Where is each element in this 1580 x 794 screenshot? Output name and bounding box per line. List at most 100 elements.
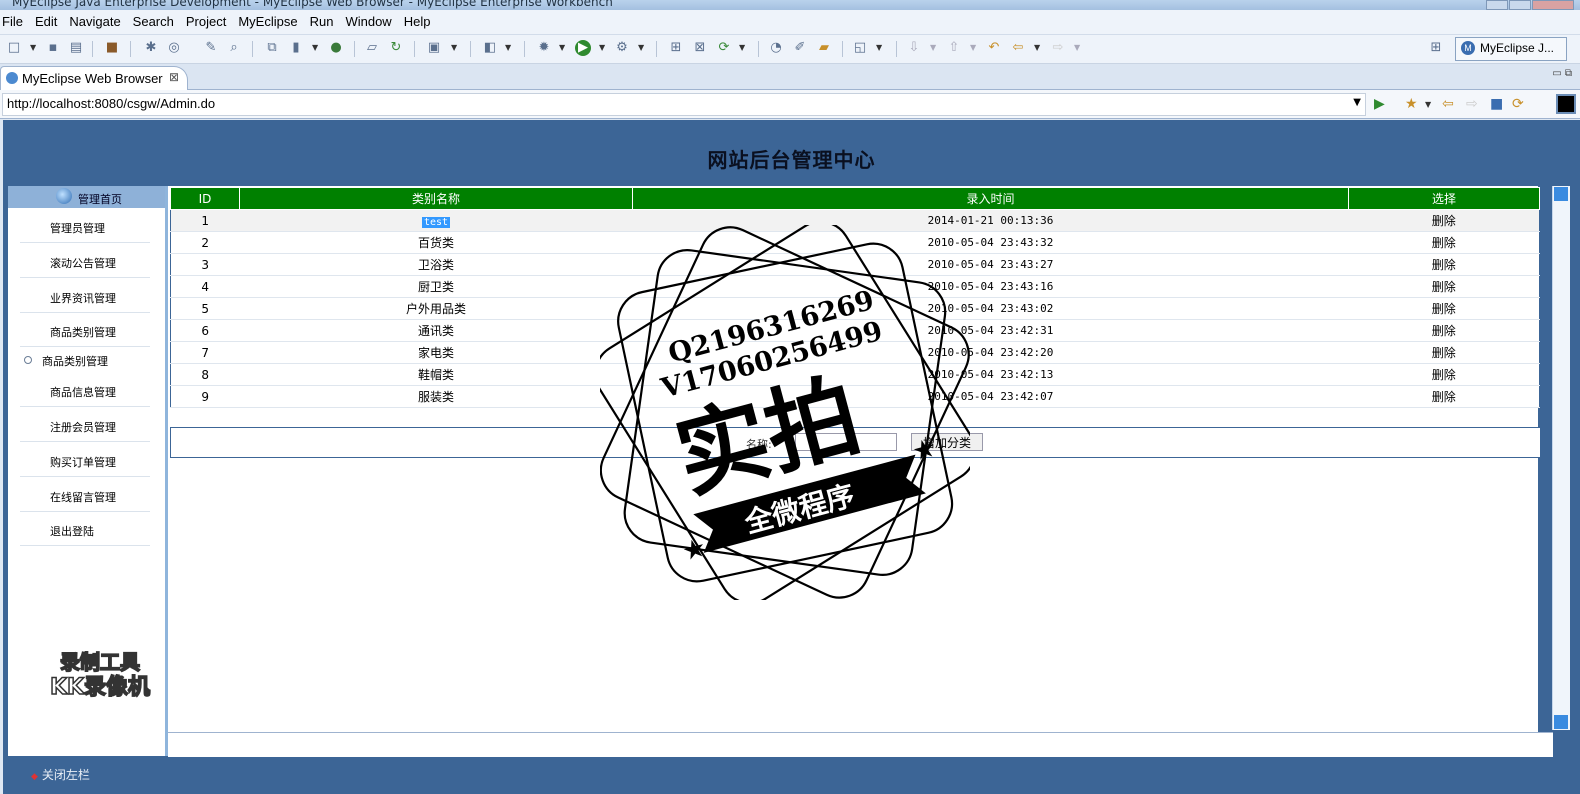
open-icon[interactable]: ↻ (388, 40, 404, 56)
minimize-button[interactable] (1486, 0, 1508, 10)
deploy-icon[interactable]: ⧉ (264, 40, 280, 56)
browser-forward-icon[interactable]: ⇨ (1466, 96, 1478, 112)
go-icon[interactable]: ▶ (1374, 96, 1385, 112)
chevron-down-icon[interactable]: ▼ (739, 43, 745, 52)
recorder-watermark-line2: KK录像机 (49, 674, 151, 701)
server-icon[interactable]: ▮ (288, 40, 304, 56)
globe-icon[interactable]: ● (328, 40, 344, 56)
print-icon[interactable]: ▤ (68, 40, 84, 56)
bug-icon[interactable]: ✱ (143, 40, 159, 56)
prev-annotation-icon[interactable]: ⇧ (946, 40, 962, 56)
debug-icon[interactable]: ✹ (536, 40, 552, 56)
menu-window[interactable]: Window (339, 10, 397, 29)
browser-refresh-icon[interactable]: ⟳ (1512, 96, 1524, 112)
scroll-down-button[interactable] (1554, 715, 1568, 729)
open-type-icon[interactable]: ◔ (768, 40, 784, 56)
tab-web-browser[interactable]: MyEclipse Web Browser ⊠ (0, 66, 188, 90)
chevron-down-icon[interactable]: ▼ (1425, 100, 1431, 109)
perspective-switcher[interactable]: M MyEclipse J... (1455, 37, 1567, 61)
puzzle-icon[interactable]: ⊠ (692, 40, 708, 56)
sidebar-item-orders[interactable]: 购买订单管理 (20, 442, 150, 477)
stop-icon[interactable]: ■ (1490, 96, 1503, 112)
sidebar-item-news[interactable]: 业界资讯管理 (20, 278, 150, 313)
delete-link[interactable]: 删除 (1348, 209, 1540, 232)
chevron-down-icon[interactable]: ▼ (1353, 97, 1361, 108)
new-icon[interactable]: □ (6, 40, 22, 56)
next-annotation-icon[interactable]: ⇩ (906, 40, 922, 56)
vertical-scrollbar[interactable] (1552, 186, 1570, 730)
selected-text[interactable]: test (421, 216, 451, 228)
chevron-down-icon[interactable]: ▼ (970, 43, 976, 52)
run-icon[interactable]: ▶ (575, 40, 591, 56)
chevron-down-icon[interactable]: ▼ (505, 43, 511, 52)
url-input[interactable] (7, 96, 1337, 111)
pencil-icon[interactable]: ✐ (792, 40, 808, 56)
delete-link[interactable]: 删除 (1348, 275, 1540, 298)
page-bottom-bar (3, 760, 1580, 794)
sidebar-item-categories[interactable]: 商品类别管理 (20, 312, 150, 347)
workspace-icon[interactable]: ◱ (852, 40, 868, 56)
sidebar-home[interactable]: 管理首页 (8, 186, 165, 208)
menu-help[interactable]: Help (398, 10, 437, 29)
browser-back-icon[interactable]: ⇦ (1442, 96, 1454, 112)
chevron-down-icon[interactable]: ▼ (876, 43, 882, 52)
delete-link[interactable]: 删除 (1348, 231, 1540, 254)
menu-run[interactable]: Run (304, 10, 340, 29)
delete-link[interactable]: 删除 (1348, 363, 1540, 386)
cell-id: 4 (170, 275, 240, 298)
open-perspective-icon[interactable]: ⊞ (1428, 40, 1444, 56)
sidebar-item-products[interactable]: 商品信息管理 (20, 372, 150, 407)
maximize-button[interactable] (1509, 0, 1531, 10)
sidebar-item-admins[interactable]: 管理员管理 (20, 208, 150, 243)
minimize-view-icon[interactable]: ▭ (1552, 68, 1561, 79)
close-sidebar-link[interactable]: ◆ 关闭左栏 (31, 766, 90, 783)
chevron-down-icon[interactable]: ▼ (451, 43, 457, 52)
delete-link[interactable]: 删除 (1348, 341, 1540, 364)
browser-settings-button[interactable] (1556, 94, 1576, 114)
menu-navigate[interactable]: Navigate (63, 10, 126, 29)
tab-close-icon[interactable]: ⊠ (169, 70, 179, 84)
forward-icon[interactable]: ⇨ (1050, 40, 1066, 56)
delete-link[interactable]: 删除 (1348, 319, 1540, 342)
package-icon[interactable]: ■ (104, 40, 120, 56)
back-icon[interactable]: ⇦ (1010, 40, 1026, 56)
menu-myeclipse[interactable]: MyEclipse (232, 10, 303, 29)
delete-link[interactable]: 删除 (1348, 253, 1540, 276)
search-tool-icon[interactable]: ⌕ (226, 40, 242, 56)
database-icon[interactable]: ◎ (166, 40, 182, 56)
recorder-watermark: 录制工具 KK录像机 (30, 649, 170, 702)
refresh-icon[interactable]: ⟳ (716, 40, 732, 56)
menu-file[interactable]: File (0, 10, 29, 29)
chevron-down-icon[interactable]: ▼ (638, 43, 644, 52)
chevron-down-icon[interactable]: ▼ (312, 43, 318, 52)
chevron-down-icon[interactable]: ▼ (599, 43, 605, 52)
edit-tool-icon[interactable]: ✎ (203, 40, 219, 56)
scroll-up-button[interactable] (1554, 187, 1568, 201)
external-tools-icon[interactable]: ⚙ (614, 40, 630, 56)
last-edit-icon[interactable]: ↶ (986, 40, 1002, 56)
chevron-down-icon[interactable]: ▼ (1074, 43, 1080, 52)
new-class-icon[interactable]: ◧ (482, 40, 498, 56)
favorites-icon[interactable]: ★ (1405, 96, 1418, 112)
maximize-view-icon[interactable]: ⧉ (1565, 68, 1572, 79)
delete-link[interactable]: 删除 (1348, 385, 1540, 408)
chevron-down-icon[interactable]: ▼ (1034, 43, 1040, 52)
save-icon[interactable]: ▪ (45, 40, 61, 56)
menu-edit[interactable]: Edit (29, 10, 63, 29)
open-folder-icon[interactable]: ▰ (816, 40, 832, 56)
sidebar-item-logout[interactable]: 退出登陆 (20, 511, 150, 546)
chevron-down-icon[interactable]: ▼ (30, 43, 36, 52)
hierarchy-icon[interactable]: ⊞ (668, 40, 684, 56)
menu-search[interactable]: Search (127, 10, 180, 29)
sidebar-item-announcements[interactable]: 滚动公告管理 (20, 243, 150, 278)
terminal-icon[interactable]: ▣ (426, 40, 442, 56)
sidebar-item-members[interactable]: 注册会员管理 (20, 407, 150, 442)
close-window-button[interactable] (1532, 0, 1574, 10)
sidebar-item-messages[interactable]: 在线留言管理 (20, 477, 150, 512)
delete-link[interactable]: 删除 (1348, 297, 1540, 320)
chevron-down-icon[interactable]: ▼ (930, 43, 936, 52)
menu-project[interactable]: Project (180, 10, 232, 29)
url-combobox: ▼ (2, 93, 1366, 116)
chevron-down-icon[interactable]: ▼ (559, 43, 565, 52)
folder-icon[interactable]: ▱ (364, 40, 380, 56)
